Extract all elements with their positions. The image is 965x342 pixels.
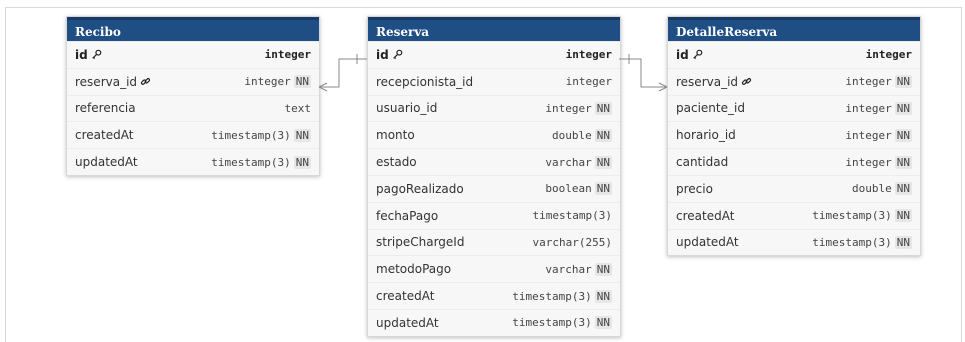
relationship-lines bbox=[318, 54, 668, 92]
relation-reserva-detalle[interactable] bbox=[619, 54, 668, 92]
relation-recibo-reserva[interactable] bbox=[318, 54, 367, 92]
diagram-canvas[interactable]: Recibo id integer reserva_id integer NN refer… bbox=[5, 7, 962, 342]
